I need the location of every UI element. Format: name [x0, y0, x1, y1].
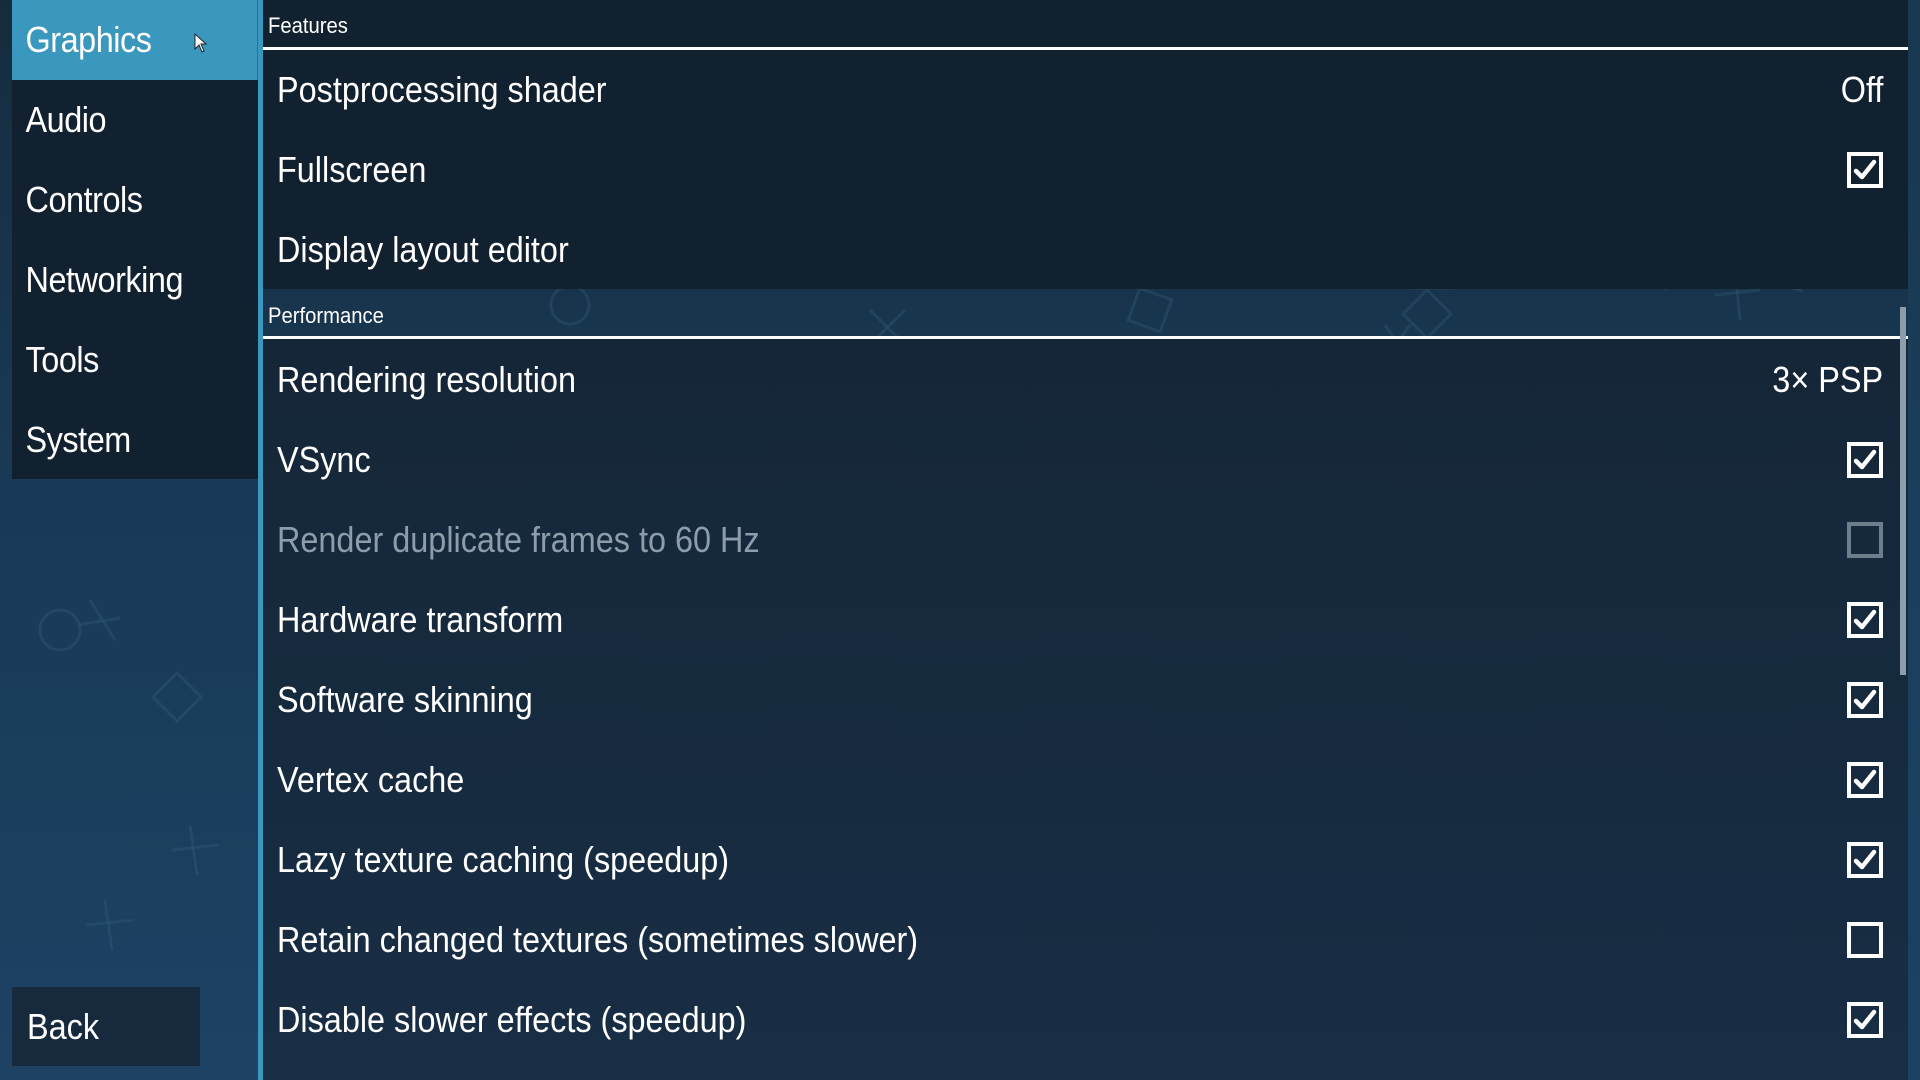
setting-label: Fullscreen — [277, 149, 427, 190]
right-edge — [1908, 0, 1920, 1080]
setting-value: Off — [1840, 69, 1883, 110]
section-title: Features — [268, 13, 348, 38]
setting-label: VSync — [277, 439, 371, 480]
fullscreen-checkbox[interactable] — [1847, 152, 1883, 188]
sidebar-item-label: Tools — [25, 339, 100, 380]
setting-label: Lazy texture caching (speedup) — [277, 839, 730, 880]
section-title: Performance — [268, 303, 384, 328]
retain-changed-textures-checkbox[interactable] — [1847, 922, 1883, 958]
sidebar-item-label: Networking — [25, 259, 184, 300]
sidebar-item-label: System — [25, 419, 132, 460]
sidebar-item-label: Controls — [25, 179, 144, 220]
setting-software-skinning[interactable]: Software skinning — [263, 660, 1898, 740]
sidebar-item-controls[interactable]: Controls — [12, 160, 258, 240]
section-divider — [263, 336, 1908, 339]
section-header-performance: Performance — [263, 292, 1908, 340]
section-header-features: Features — [263, 2, 1908, 50]
setting-render-duplicate-frames: Render duplicate frames to 60 Hz — [263, 500, 1898, 580]
sidebar-item-tools[interactable]: Tools — [12, 320, 258, 400]
setting-vsync[interactable]: VSync — [263, 420, 1898, 500]
setting-label: Display layout editor — [277, 229, 569, 270]
sidebar: Graphics Audio Controls Networking Tools… — [12, 0, 258, 479]
back-button-label: Back — [27, 1005, 100, 1047]
sidebar-item-networking[interactable]: Networking — [12, 240, 258, 320]
checkmark-icon — [1853, 449, 1877, 470]
lazy-texture-caching-checkbox[interactable] — [1847, 842, 1883, 878]
setting-vertex-cache[interactable]: Vertex cache — [263, 740, 1898, 820]
setting-rendering-resolution[interactable]: Rendering resolution 3× PSP — [263, 340, 1898, 420]
setting-label: Software skinning — [277, 679, 533, 720]
setting-label: Disable slower effects (speedup) — [277, 999, 747, 1040]
sidebar-item-graphics[interactable]: Graphics — [12, 0, 258, 80]
checkmark-icon — [1853, 159, 1877, 180]
checkmark-icon — [1853, 609, 1877, 630]
setting-label: Rendering resolution — [277, 359, 576, 400]
setting-fullscreen[interactable]: Fullscreen — [263, 130, 1898, 210]
checkmark-icon — [1853, 1009, 1877, 1030]
setting-value: 3× PSP — [1772, 359, 1883, 400]
software-skinning-checkbox[interactable] — [1847, 682, 1883, 718]
mouse-pointer-icon — [194, 33, 208, 53]
setting-postprocessing-shader[interactable]: Postprocessing shader Off — [263, 50, 1898, 130]
setting-label: Vertex cache — [277, 759, 465, 800]
setting-display-layout-editor[interactable]: Display layout editor — [263, 210, 1898, 290]
setting-label: Postprocessing shader — [277, 69, 607, 110]
disable-slower-effects-checkbox[interactable] — [1847, 1002, 1883, 1038]
setting-disable-slower-effects[interactable]: Disable slower effects (speedup) — [263, 980, 1898, 1060]
checkmark-icon — [1853, 689, 1877, 710]
setting-retain-changed-textures[interactable]: Retain changed textures (sometimes slowe… — [263, 900, 1898, 980]
setting-label: Retain changed textures (sometimes slowe… — [277, 919, 919, 960]
vsync-checkbox[interactable] — [1847, 442, 1883, 478]
sidebar-item-label: Audio — [25, 99, 107, 140]
setting-label: Render duplicate frames to 60 Hz — [277, 519, 760, 560]
setting-lazy-texture-caching[interactable]: Lazy texture caching (speedup) — [263, 820, 1898, 900]
setting-label: Hardware transform — [277, 599, 564, 640]
back-button[interactable]: Back — [12, 987, 200, 1066]
sidebar-item-audio[interactable]: Audio — [12, 80, 258, 160]
scrollbar[interactable] — [1900, 307, 1906, 675]
render-duplicate-frames-checkbox — [1847, 522, 1883, 558]
vertex-cache-checkbox[interactable] — [1847, 762, 1883, 798]
sidebar-item-system[interactable]: System — [12, 400, 258, 480]
sidebar-item-label: Graphics — [25, 19, 153, 60]
setting-hardware-transform[interactable]: Hardware transform — [263, 580, 1898, 660]
checkmark-icon — [1853, 769, 1877, 790]
hardware-transform-checkbox[interactable] — [1847, 602, 1883, 638]
checkmark-icon — [1853, 849, 1877, 870]
